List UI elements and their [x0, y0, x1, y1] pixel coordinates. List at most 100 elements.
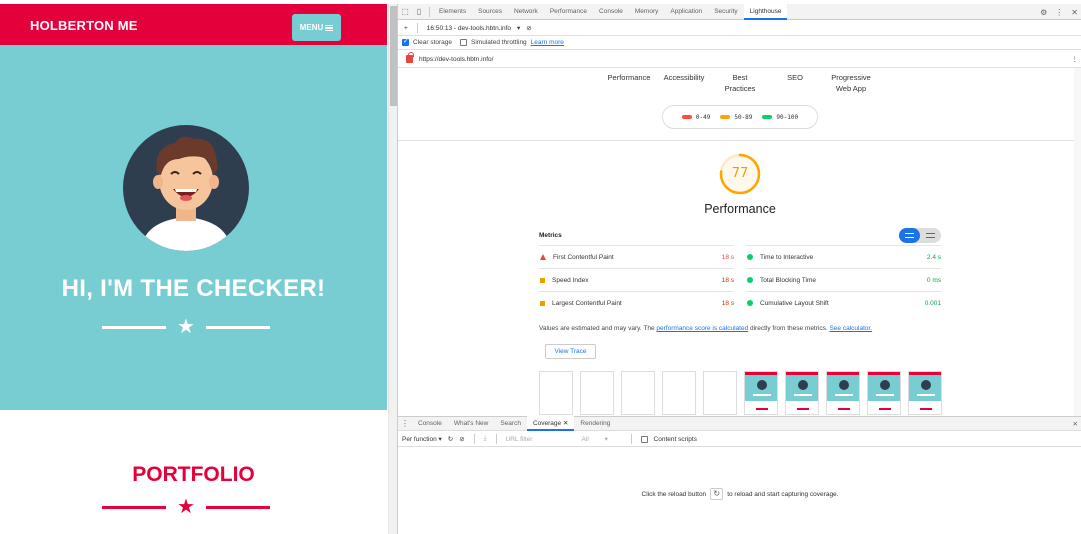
metric-first-contentful-paint: First Contentful Paint 18 s: [539, 245, 734, 268]
tab-console[interactable]: Console: [593, 4, 629, 20]
metric-value: 2.4 s: [926, 253, 941, 261]
report-url[interactable]: https://dev-tools.hbtn.info/: [419, 56, 493, 63]
legend-swatch: [720, 115, 731, 119]
divider-line: [206, 505, 270, 509]
export-icon[interactable]: ⤓: [484, 435, 487, 443]
simulated-throttling-checkbox[interactable]: [460, 39, 468, 46]
separator: [630, 434, 632, 444]
clear-icon[interactable]: ⊘: [526, 24, 531, 32]
metrics-view-toggle[interactable]: [899, 228, 941, 243]
tab-performance[interactable]: Performance: [544, 4, 593, 20]
tab-security[interactable]: Security: [708, 4, 743, 20]
see-calculator-link[interactable]: See calculator.: [829, 325, 872, 332]
metrics-label: Metrics: [539, 232, 562, 239]
add-report-icon[interactable]: +: [404, 25, 408, 32]
tab-memory[interactable]: Memory: [629, 4, 664, 20]
report-url-bar: https://dev-tools.hbtn.info/ ⋮: [398, 51, 1081, 68]
report-select[interactable]: 16:50:13 - dev-tools.hbtn.info: [427, 25, 511, 32]
performance-title: Performance: [704, 202, 776, 216]
tab-application[interactable]: Application: [664, 4, 708, 20]
chevron-down-icon[interactable]: ▾: [517, 24, 520, 32]
drawer-menu-icon[interactable]: ⋮: [398, 416, 412, 431]
drawer-tab-console[interactable]: Console: [412, 416, 448, 431]
drawer-tab-label: Coverage: [532, 420, 562, 427]
url-filter-input[interactable]: URL filter: [506, 436, 576, 443]
metrics-note: Values are estimated and may vary. The p…: [539, 325, 872, 332]
coverage-message-text: Click the reload button: [641, 490, 707, 498]
scrollbar-thumb[interactable]: [390, 6, 397, 106]
tab-network[interactable]: Network: [508, 4, 544, 20]
learn-more-link[interactable]: Learn more: [531, 39, 564, 46]
clear-storage-label: Clear storage: [413, 39, 453, 46]
legend-swatch: [762, 115, 773, 119]
metric-value: 0 ms: [926, 276, 941, 284]
reload-icon[interactable]: ↻: [710, 488, 724, 500]
compact-view-button[interactable]: [899, 228, 920, 243]
filmstrip-frame: [580, 371, 614, 415]
simulated-throttling-label: Simulated throttling: [471, 39, 527, 46]
reload-icon[interactable]: ↻: [448, 435, 453, 443]
legend-swatch: [681, 115, 692, 119]
type-filter-label: All: [581, 436, 589, 443]
drawer-tab-coverage[interactable]: Coverage ✕: [526, 416, 575, 431]
close-icon[interactable]: ✕: [563, 420, 568, 427]
site-brand[interactable]: HOLBERTON ME: [30, 18, 138, 33]
lighthouse-toolbar: + 16:50:13 - dev-tools.hbtn.info ▾ ⊘: [398, 21, 1081, 36]
device-toolbar-icon[interactable]: ▯: [412, 4, 426, 20]
metric-name: First Contentful Paint: [553, 253, 614, 261]
hamburger-icon: [325, 24, 334, 31]
close-icon[interactable]: ✕: [1073, 420, 1078, 428]
clear-icon[interactable]: ⊘: [459, 435, 464, 443]
coverage-message-text: to reload and start capturing coverage.: [727, 490, 839, 498]
pass-icon: [747, 277, 753, 283]
divider-line: [102, 325, 166, 329]
lighthouse-logo-icon: [406, 52, 414, 63]
fail-icon: [540, 254, 546, 260]
metric-value: 18 s: [721, 253, 734, 261]
portfolio-title: PORTFOLIO: [132, 463, 255, 486]
report-scrollbar[interactable]: [1074, 68, 1081, 416]
coverage-toolbar: Per function ▾ ↻ ⊘ ⤓ URL filter All ▾ Co…: [398, 432, 1081, 447]
coverage-empty-message: Click the reload button ↻ to reload and …: [398, 488, 1081, 500]
drawer-tab-search[interactable]: Search: [494, 416, 527, 431]
category-pwa-label: Progressive Web App: [831, 73, 871, 93]
per-function-select[interactable]: Per function ▾: [402, 435, 442, 443]
content-scripts-checkbox[interactable]: [640, 435, 648, 443]
more-options-icon[interactable]: ⋮: [1072, 55, 1079, 63]
divider-line: [398, 140, 1081, 141]
page-scrollbar[interactable]: [388, 4, 397, 534]
expanded-view-button[interactable]: [920, 228, 941, 243]
metric-speed-index: Speed Index 18 s: [539, 268, 734, 291]
drawer-tab-whats-new[interactable]: What's New: [448, 416, 494, 431]
score-calculated-link[interactable]: performance score is calculated: [656, 325, 748, 332]
divider-line: [206, 325, 270, 329]
more-options-icon[interactable]: ⋮: [1055, 8, 1063, 17]
drawer-tabbar: ⋮ Console What's New Search Coverage ✕ R…: [398, 416, 1081, 431]
tab-elements[interactable]: Elements: [433, 4, 472, 20]
filmstrip-frame: [908, 371, 942, 415]
metric-total-blocking-time: Total Blocking Time 0 ms: [746, 268, 941, 291]
type-filter-select[interactable]: All ▾: [582, 435, 622, 443]
metric-largest-contentful-paint: Largest Contentful Paint 18 s: [539, 291, 734, 314]
metric-name: Total Blocking Time: [760, 276, 816, 284]
metric-value: 18 s: [721, 276, 734, 284]
category-summary: Performance Accessibility Best Practices…: [398, 72, 1081, 98]
view-trace-button[interactable]: View Trace: [545, 344, 596, 359]
gear-icon[interactable]: ⚙: [1040, 8, 1047, 17]
filmstrip-frame: [867, 371, 901, 415]
performance-score: 77: [731, 166, 749, 181]
metric-value: 0.001: [924, 299, 941, 307]
tab-lighthouse[interactable]: Lighthouse: [743, 3, 788, 20]
site-navbar: HOLBERTON ME MENU: [0, 4, 387, 45]
drawer-tab-rendering[interactable]: Rendering: [574, 416, 616, 431]
clear-storage-checkbox[interactable]: [402, 37, 409, 46]
category-pwa[interactable]: Progressive Web App: [816, 72, 886, 94]
filmstrip-frame: [744, 371, 778, 415]
menu-button[interactable]: MENU: [292, 14, 341, 41]
tab-sources[interactable]: Sources: [472, 4, 508, 20]
divider-line: [102, 505, 166, 509]
star-icon: ★: [177, 316, 195, 338]
inspect-element-icon[interactable]: ⬚: [398, 4, 412, 20]
close-icon[interactable]: ✕: [1071, 8, 1078, 17]
average-icon: [540, 277, 545, 283]
